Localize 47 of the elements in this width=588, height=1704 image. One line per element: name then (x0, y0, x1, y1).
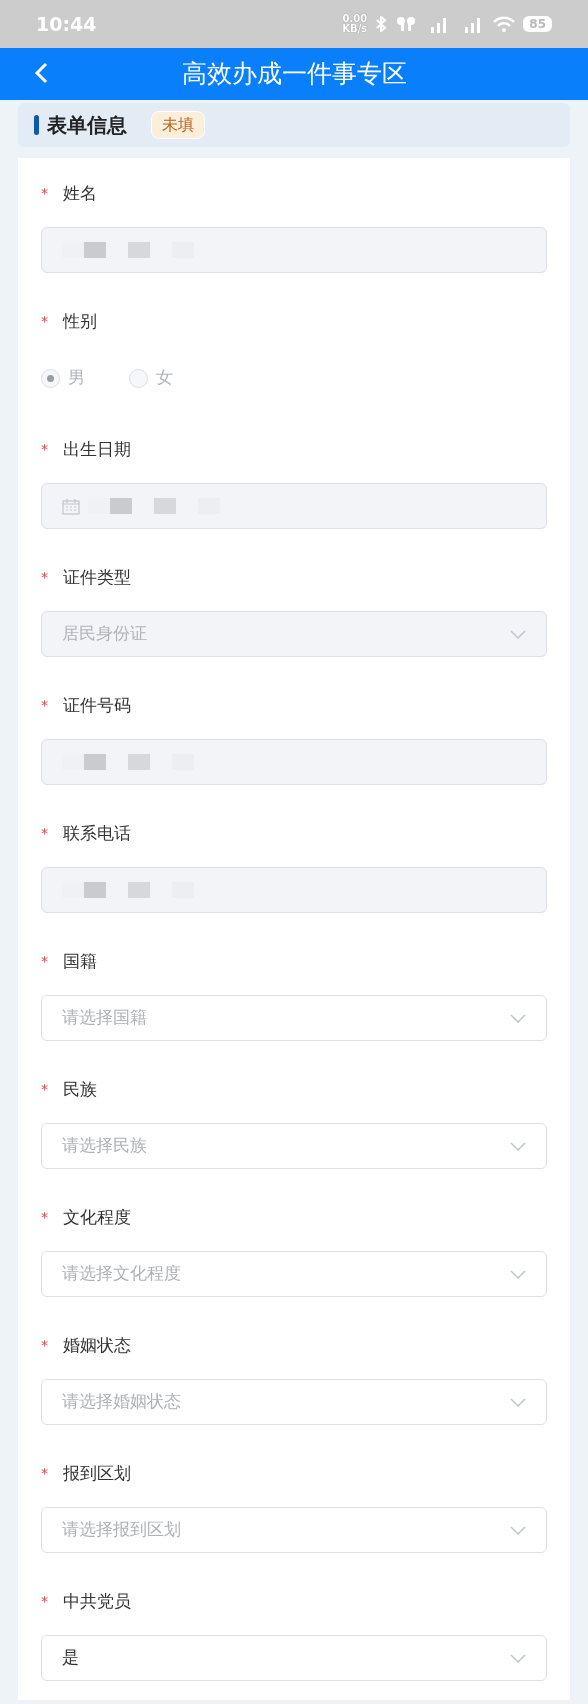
chevron-down-icon (510, 1141, 526, 1151)
bluetooth-icon (375, 16, 388, 32)
status-badge: 未填 (151, 111, 205, 139)
required-mark: * (41, 1336, 49, 1355)
field-label: 联系电话 (63, 822, 131, 845)
field-label: 婚姻状态 (63, 1334, 131, 1357)
select-field[interactable]: 请选择国籍 (41, 995, 547, 1041)
select-field[interactable]: 是 (41, 1635, 547, 1681)
page-title: 高效办成一件事专区 (181, 58, 407, 91)
required-mark: * (41, 824, 49, 843)
field-label: 出生日期 (63, 438, 131, 461)
field-label: 证件类型 (63, 566, 131, 589)
accent-bar (34, 115, 39, 135)
field-label: 国籍 (63, 950, 97, 973)
select-field[interactable]: 请选择婚姻状态 (41, 1379, 547, 1425)
chevron-down-icon (510, 629, 526, 639)
chevron-down-icon (510, 1013, 526, 1023)
battery-level: 85 (523, 16, 552, 32)
required-mark: * (41, 440, 49, 459)
required-mark: * (41, 1592, 49, 1611)
field-label: 证件号码 (63, 694, 131, 717)
chevron-down-icon (510, 1269, 526, 1279)
required-mark: * (41, 184, 49, 203)
required-mark: * (41, 696, 49, 715)
earbuds-icon (395, 16, 418, 32)
field-label: 民族 (63, 1078, 97, 1101)
field-label: 姓名 (63, 182, 97, 205)
select-field[interactable]: 请选择民族 (41, 1123, 547, 1169)
field-label: 性别 (63, 310, 97, 333)
section-title: 表单信息 (47, 112, 127, 139)
select-field[interactable]: 请选择文化程度 (41, 1251, 547, 1297)
required-mark: * (41, 1464, 49, 1483)
calendar-icon (62, 497, 80, 515)
required-mark: * (41, 952, 49, 971)
wifi-icon (493, 16, 516, 32)
field-label: 文化程度 (63, 1206, 131, 1229)
chevron-down-icon (510, 1397, 526, 1407)
field-label: 报到区划 (63, 1462, 131, 1485)
chevron-down-icon (510, 1525, 526, 1535)
chevron-down-icon (510, 1653, 526, 1663)
required-mark: * (41, 1080, 49, 1099)
back-icon[interactable] (34, 62, 48, 84)
required-mark: * (41, 312, 49, 331)
select-field[interactable]: 请选择报到区划 (41, 1507, 547, 1553)
required-mark: * (41, 1208, 49, 1227)
field-label: 中共党员 (63, 1590, 131, 1613)
required-mark: * (41, 568, 49, 587)
